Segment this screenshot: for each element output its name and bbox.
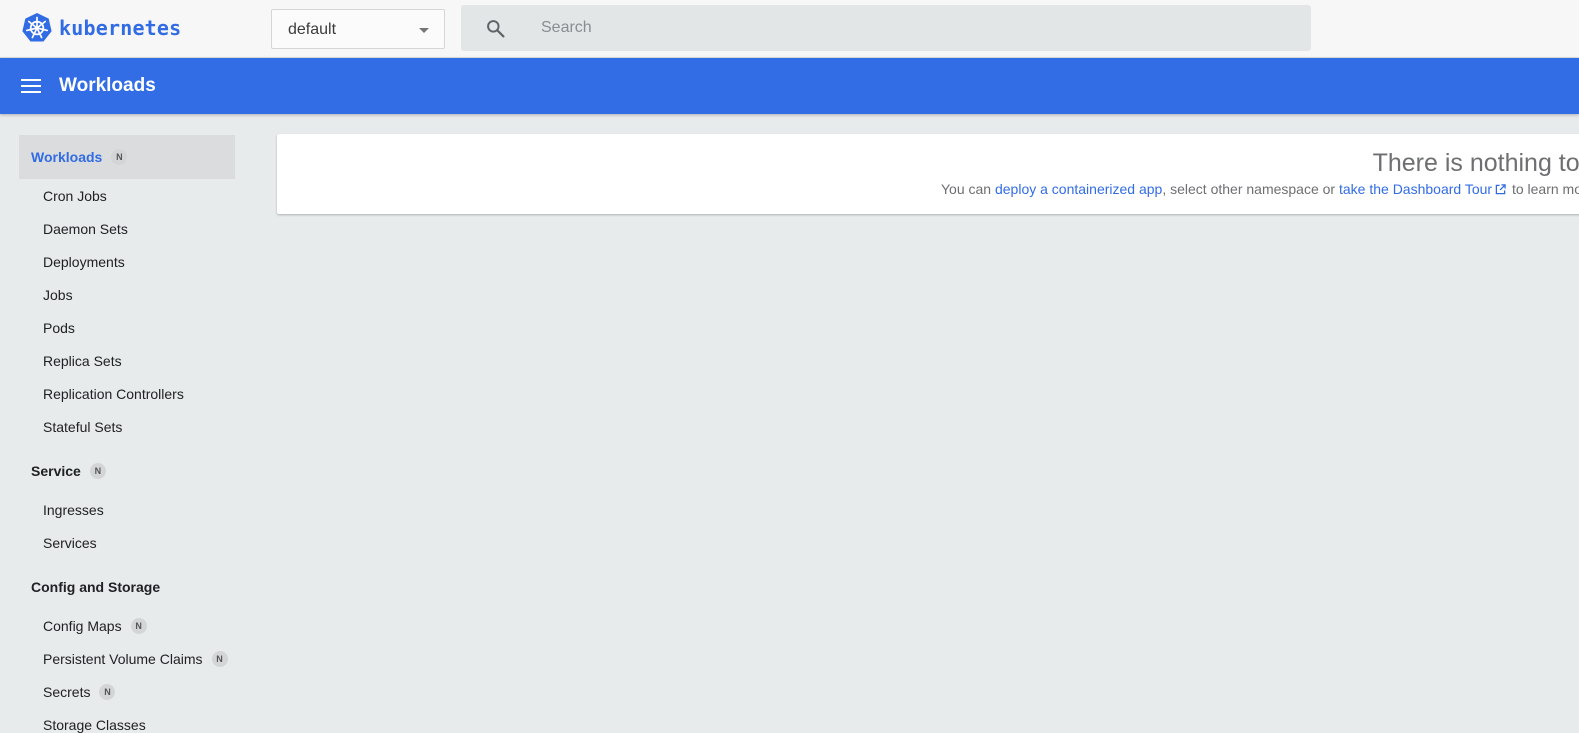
namespaced-badge: N bbox=[99, 683, 116, 700]
namespaced-badge: N bbox=[111, 149, 128, 165]
sidebar-item-label: Ingresses bbox=[43, 501, 104, 518]
sidebar-item-cron-jobs[interactable]: Cron Jobs bbox=[19, 179, 235, 212]
sidebar-group-label: Config and Storage bbox=[31, 579, 161, 595]
sidebar-item-jobs[interactable]: Jobs bbox=[19, 278, 235, 311]
empty-state-text-middle: , select other namespace or bbox=[1162, 181, 1339, 197]
sidebar-item-label: Secrets bbox=[43, 683, 91, 700]
namespaced-badge: N bbox=[89, 463, 106, 479]
kubernetes-helm-icon bbox=[21, 12, 53, 44]
external-link-icon bbox=[1495, 184, 1506, 195]
sidebar-item-stateful-sets[interactable]: Stateful Sets bbox=[19, 410, 235, 443]
empty-state-message: You can deploy a containerized app, sele… bbox=[941, 181, 1579, 197]
namespace-selected-value: default bbox=[288, 21, 337, 38]
dropdown-caret-icon bbox=[419, 28, 429, 33]
dashboard-tour-link-label: take the Dashboard Tour bbox=[1338, 181, 1493, 197]
sidebar-item-storage-classes[interactable]: Storage Classes bbox=[19, 708, 235, 733]
deploy-app-link[interactable]: deploy a containerized app bbox=[995, 181, 1162, 197]
sidebar-item-label: Deployments bbox=[43, 253, 125, 270]
search-bar bbox=[461, 5, 1311, 51]
page-toolbar: Workloads bbox=[0, 58, 1579, 114]
sidebar-item-label: Cron Jobs bbox=[43, 187, 107, 204]
namespace-selector[interactable]: default bbox=[271, 9, 445, 49]
hamburger-menu-icon[interactable] bbox=[21, 79, 41, 94]
sidebar-item-replica-sets[interactable]: Replica Sets bbox=[19, 344, 235, 377]
sidebar-item-label: Config Maps bbox=[43, 617, 122, 634]
brand-name: kubernetes bbox=[59, 16, 182, 40]
sidebar-item-config-maps[interactable]: Config Maps N bbox=[19, 609, 235, 642]
sidebar-item-persistent-volume-claims[interactable]: Persistent Volume Claims N bbox=[19, 642, 235, 675]
top-bar: kubernetes default bbox=[0, 0, 1579, 58]
sidebar-group-label: Service bbox=[31, 463, 81, 479]
sidebar-item-services[interactable]: Services bbox=[19, 526, 235, 559]
sidebar-item-secrets[interactable]: Secrets N bbox=[19, 675, 235, 708]
sidebar-item-label: Persistent Volume Claims bbox=[43, 650, 203, 667]
sidebar-item-label: Jobs bbox=[43, 286, 73, 303]
empty-state-text-prefix: You can bbox=[941, 181, 995, 197]
sidebar-item-label: Pods bbox=[43, 319, 75, 336]
sidebar-item-pods[interactable]: Pods bbox=[19, 311, 235, 344]
empty-state-text-suffix: to learn mo bbox=[1508, 181, 1579, 197]
search-input[interactable] bbox=[541, 5, 1281, 51]
page-title: Workloads bbox=[59, 75, 156, 96]
empty-state-title: There is nothing to display here bbox=[1372, 149, 1579, 177]
namespaced-badge: N bbox=[211, 650, 228, 667]
search-icon[interactable] bbox=[485, 18, 506, 39]
sidebar-item-replication-controllers[interactable]: Replication Controllers bbox=[19, 377, 235, 410]
sidebar-group-service[interactable]: Service N bbox=[19, 449, 235, 493]
sidebar-item-label: Storage Classes bbox=[43, 716, 146, 733]
sidebar-item-ingresses[interactable]: Ingresses bbox=[19, 493, 235, 526]
sidebar-nav: Workloads N Cron Jobs Daemon Sets Deploy… bbox=[19, 135, 235, 733]
sidebar-group-config-and-storage[interactable]: Config and Storage bbox=[19, 565, 235, 609]
namespaced-badge: N bbox=[130, 617, 147, 634]
sidebar-item-label: Replication Controllers bbox=[43, 385, 184, 402]
empty-state-card: There is nothing to display here You can… bbox=[277, 134, 1579, 214]
dashboard-tour-link[interactable]: take the Dashboard Tour bbox=[1339, 181, 1508, 197]
sidebar-item-label: Replica Sets bbox=[43, 352, 122, 369]
sidebar-group-workloads[interactable]: Workloads N bbox=[19, 135, 235, 179]
sidebar-item-deployments[interactable]: Deployments bbox=[19, 245, 235, 278]
sidebar-item-label: Services bbox=[43, 534, 97, 551]
sidebar-item-label: Daemon Sets bbox=[43, 220, 128, 237]
sidebar-item-daemon-sets[interactable]: Daemon Sets bbox=[19, 212, 235, 245]
sidebar-item-label: Stateful Sets bbox=[43, 418, 123, 435]
sidebar-group-label: Workloads bbox=[31, 149, 103, 165]
kubernetes-logo[interactable]: kubernetes bbox=[21, 11, 181, 45]
